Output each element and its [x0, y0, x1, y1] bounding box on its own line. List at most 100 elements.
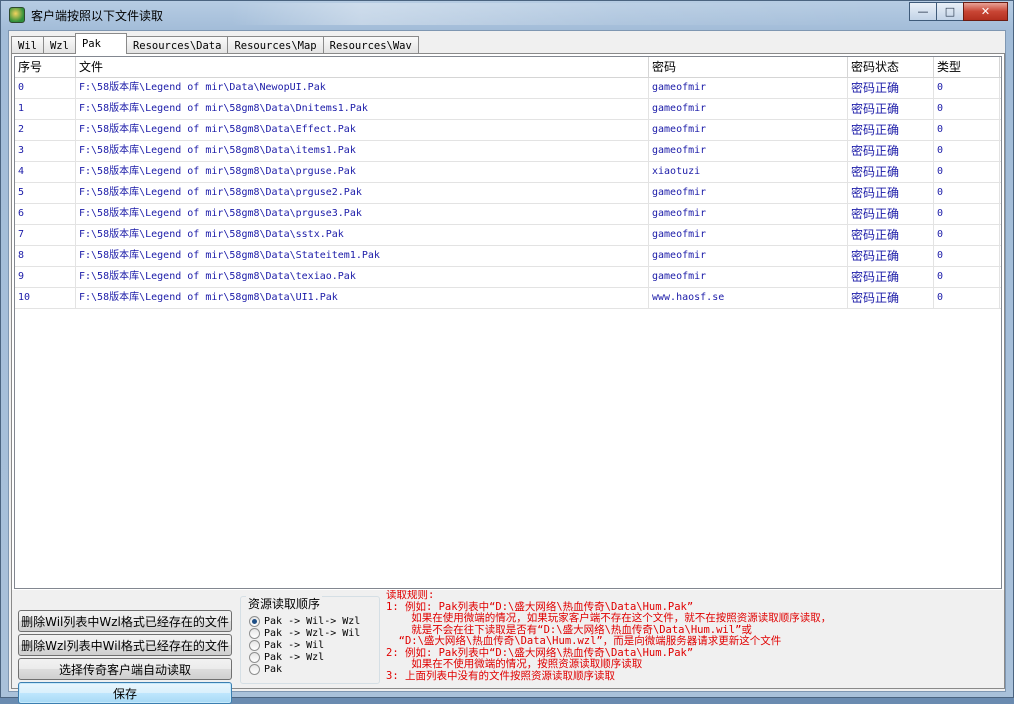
window-controls: — □ ✕ — [909, 2, 1008, 21]
list-header: 序号 文件 密码 密码状态 类型 — [15, 57, 1001, 78]
cell-password-status: 密码正确 — [848, 120, 934, 140]
cell-index: 2 — [15, 120, 76, 140]
tab-wzl[interactable]: Wzl — [42, 36, 76, 54]
resource-order-title: 资源读取顺序 — [246, 595, 323, 612]
cell-type: 0 — [934, 120, 1000, 140]
table-row[interactable]: 8 F:\58版本库\Legend of mir\58gm8\Data\State… — [15, 246, 1001, 267]
cell-password: gameofmir — [649, 141, 848, 161]
table-row[interactable]: 6 F:\58版本库\Legend of mir\58gm8\Data\prgus… — [15, 204, 1001, 225]
radio-button[interactable] — [249, 651, 260, 663]
tab-resources-data[interactable]: Resources\Data — [125, 36, 229, 54]
tab-resources-wav[interactable]: Resources\Wav — [322, 36, 419, 54]
cell-password: xiaotuzi — [649, 162, 848, 182]
cell-password: gameofmir — [649, 99, 848, 119]
cell-index: 8 — [15, 246, 76, 266]
delete-wzl-duplicates-button[interactable]: 删除Wzl列表中Wil格式已经存在的文件 — [18, 634, 232, 656]
list-body: 0 F:\58版本库\Legend of mir\Data\NewopUI.Pak… — [15, 78, 1001, 309]
read-rules-text: 读取规则: 1: 例如: Pak列表中“D:\盛大网络\热血传奇\Data\Hum… — [386, 590, 996, 688]
cell-password-status: 密码正确 — [848, 288, 934, 308]
pak-tab-panel: 序号 文件 密码 密码状态 类型 0 F:\58版本库\Legend of mir… — [11, 53, 1005, 704]
cell-index: 1 — [15, 99, 76, 119]
resource-order-option[interactable]: Pak — [249, 663, 282, 675]
column-header-index[interactable]: 序号 — [15, 57, 76, 77]
table-row[interactable]: 0 F:\58版本库\Legend of mir\Data\NewopUI.Pak… — [15, 78, 1001, 99]
resource-order-option[interactable]: Pak -> Wzl-> Wil — [249, 627, 360, 639]
table-row[interactable]: 1 F:\58版本库\Legend of mir\58gm8\Data\Dnite… — [15, 99, 1001, 120]
radio-label: Pak -> Wzl-> Wil — [264, 627, 361, 639]
tab-wil[interactable]: Wil — [11, 36, 44, 54]
table-row[interactable]: 5 F:\58版本库\Legend of mir\58gm8\Data\prgus… — [15, 183, 1001, 204]
table-row[interactable]: 9 F:\58版本库\Legend of mir\58gm8\Data\texia… — [15, 267, 1001, 288]
cell-password-status: 密码正确 — [848, 99, 934, 119]
pak-file-list[interactable]: 序号 文件 密码 密码状态 类型 0 F:\58版本库\Legend of mir… — [14, 56, 1002, 589]
close-button[interactable]: ✕ — [963, 2, 1008, 21]
rule-line: 如果在使用微端的情况，如果玩家客户端不存在这个文件，就不在按照资源读取顺序读取， — [386, 612, 832, 624]
cell-index: 7 — [15, 225, 76, 245]
table-row[interactable]: 3 F:\58版本库\Legend of mir\58gm8\Data\items… — [15, 141, 1001, 162]
cell-password-status: 密码正确 — [848, 267, 934, 287]
cell-password: www.haosf.se — [649, 288, 848, 308]
rule-line: 读取规则: — [386, 590, 435, 601]
cell-type: 0 — [934, 225, 1000, 245]
resource-order-option[interactable]: Pak -> Wzl — [249, 651, 324, 663]
resource-order-option[interactable]: Pak -> Wil — [249, 639, 324, 651]
cell-type: 0 — [934, 99, 1000, 119]
cell-index: 9 — [15, 267, 76, 287]
rule-line: “D:\盛大网络\热血传奇\Data\Hum.wzl”，而是向微端服务器请求更新… — [386, 635, 782, 647]
cell-index: 0 — [15, 78, 76, 98]
cell-file: F:\58版本库\Legend of mir\58gm8\Data\sstx.P… — [76, 225, 649, 245]
title-bar-glass — [231, 3, 881, 25]
cell-file: F:\58版本库\Legend of mir\58gm8\Data\prguse… — [76, 183, 649, 203]
cell-password: gameofmir — [649, 78, 848, 98]
tab-strip: Wil Wzl Pak Resources\Data Resources\Map… — [11, 33, 419, 54]
cell-file: F:\58版本库\Legend of mir\58gm8\Data\Statei… — [76, 246, 649, 266]
cell-password-status: 密码正确 — [848, 183, 934, 203]
auto-read-client-button[interactable]: 选择传奇客户端自动读取 — [18, 658, 232, 680]
cell-index: 5 — [15, 183, 76, 203]
cell-file: F:\58版本库\Legend of mir\Data\NewopUI.Pak — [76, 78, 649, 98]
cell-type: 0 — [934, 78, 1000, 98]
cell-type: 0 — [934, 267, 1000, 287]
column-header-type[interactable]: 类型 — [934, 57, 1000, 77]
radio-button[interactable] — [249, 615, 260, 627]
table-row[interactable]: 2 F:\58版本库\Legend of mir\58gm8\Data\Effec… — [15, 120, 1001, 141]
table-row[interactable]: 4 F:\58版本库\Legend of mir\58gm8\Data\prgus… — [15, 162, 1001, 183]
radio-label: Pak -> Wil — [264, 639, 325, 651]
resource-order-option[interactable]: Pak -> Wil-> Wzl — [249, 615, 360, 627]
cell-file: F:\58版本库\Legend of mir\58gm8\Data\texiao… — [76, 267, 649, 287]
cell-file: F:\58版本库\Legend of mir\58gm8\Data\prguse… — [76, 162, 649, 182]
save-button[interactable]: 保存 — [18, 682, 232, 704]
cell-type: 0 — [934, 141, 1000, 161]
delete-wil-duplicates-button[interactable]: 删除Wil列表中Wzl格式已经存在的文件 — [18, 610, 232, 632]
cell-index: 3 — [15, 141, 76, 161]
cell-type: 0 — [934, 162, 1000, 182]
tab-pak[interactable]: Pak — [74, 33, 127, 54]
cell-password: gameofmir — [649, 246, 848, 266]
cell-password: gameofmir — [649, 183, 848, 203]
maximize-icon: □ — [944, 5, 956, 18]
cell-file: F:\58版本库\Legend of mir\58gm8\Data\Dnitem… — [76, 99, 649, 119]
rule-line: 如果在不使用微端的情况，按照资源读取顺序读取 — [386, 658, 643, 670]
cell-index: 6 — [15, 204, 76, 224]
table-row[interactable]: 7 F:\58版本库\Legend of mir\58gm8\Data\sstx.… — [15, 225, 1001, 246]
column-header-password[interactable]: 密码 — [649, 57, 848, 77]
column-header-password-status[interactable]: 密码状态 — [848, 57, 934, 77]
minimize-icon: — — [917, 5, 929, 18]
radio-button[interactable] — [249, 663, 260, 675]
title-bar[interactable]: 客户端按照以下文件读取 — □ ✕ — [1, 1, 1013, 29]
table-row[interactable]: 10 F:\58版本库\Legend of mir\58gm8\Data\UI1.… — [15, 288, 1001, 309]
bottom-panel: 删除Wil列表中Wzl格式已经存在的文件 删除Wzl列表中Wil格式已经存在的文… — [12, 590, 1004, 704]
cell-password: gameofmir — [649, 267, 848, 287]
resource-order-group: 资源读取顺序 Pak -> Wil-> Wzl Pak -> Wzl-> Wil P… — [240, 595, 380, 684]
cell-password-status: 密码正确 — [848, 78, 934, 98]
maximize-button[interactable]: □ — [936, 2, 964, 21]
radio-button[interactable] — [249, 639, 260, 651]
tab-resources-map[interactable]: Resources\Map — [227, 36, 324, 54]
cell-type: 0 — [934, 246, 1000, 266]
minimize-button[interactable]: — — [909, 2, 937, 21]
radio-button[interactable] — [249, 627, 260, 639]
column-header-file[interactable]: 文件 — [76, 57, 649, 77]
cell-type: 0 — [934, 288, 1000, 308]
cell-password-status: 密码正确 — [848, 141, 934, 161]
close-icon: ✕ — [980, 5, 991, 18]
